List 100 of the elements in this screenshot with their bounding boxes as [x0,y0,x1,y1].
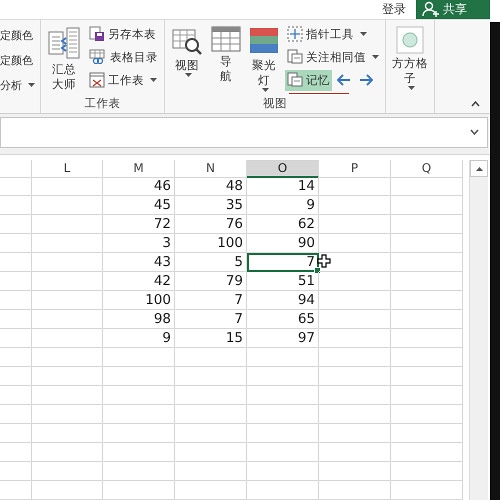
table-cell[interactable] [32,215,103,234]
table-cell[interactable] [103,348,175,367]
table-cell[interactable] [0,196,32,215]
table-cell[interactable] [0,310,32,329]
table-cell[interactable] [319,310,391,329]
table-cell[interactable] [175,386,247,405]
table-cell[interactable] [0,253,32,272]
column-header[interactable]: O [247,160,319,178]
ribbon-button[interactable]: 工作表 [87,70,159,91]
table-cell[interactable]: 7 [175,310,247,329]
table-cell[interactable]: 7 [175,291,247,310]
table-cell[interactable]: 9 [247,196,319,215]
ribbon-button[interactable]: 聚光 灯 [247,22,281,96]
table-cell[interactable] [103,386,175,405]
table-cell[interactable] [391,253,463,272]
table-cell[interactable] [319,386,391,405]
formula-bar[interactable] [0,116,488,148]
table-cell[interactable] [0,367,32,386]
table-cell[interactable]: 94 [247,291,319,310]
table-cell[interactable] [175,462,247,481]
table-cell[interactable] [247,405,319,424]
ribbon-button[interactable]: 方方格 子 [390,22,430,95]
table-cell[interactable] [103,481,175,500]
table-cell[interactable] [32,291,103,310]
table-cell[interactable] [32,329,103,348]
ribbon-button[interactable]: 定颜色 [0,50,38,71]
table-cell[interactable]: 14 [247,177,319,196]
table-cell[interactable] [0,177,32,196]
table-cell[interactable] [319,196,391,215]
table-cell[interactable]: 90 [247,234,319,253]
table-cell[interactable] [175,481,247,500]
table-cell[interactable] [391,367,463,386]
sign-in-link[interactable]: 登录 [382,0,406,18]
table-cell[interactable] [391,386,463,405]
table-cell[interactable] [319,177,391,196]
table-cell[interactable]: 72 [103,215,175,234]
table-cell[interactable]: 97 [247,329,319,348]
table-cell[interactable] [391,196,463,215]
table-cell[interactable] [391,234,463,253]
ribbon-button[interactable]: 另存本表 [87,24,158,45]
table-cell[interactable] [175,443,247,462]
ribbon-button[interactable]: 表格目录 [87,46,160,68]
table-cell[interactable]: 51 [247,272,319,291]
table-cell[interactable] [247,348,319,367]
table-cell[interactable] [103,443,175,462]
ribbon-button[interactable]: 视图 [169,22,205,96]
table-cell[interactable]: 42 [103,272,175,291]
table-cell[interactable] [0,291,32,310]
table-cell[interactable] [391,215,463,234]
table-cell[interactable] [0,443,32,462]
fill-handle[interactable] [314,267,321,274]
table-cell[interactable] [391,291,463,310]
column-header[interactable]: P [319,160,391,178]
table-cell[interactable] [391,462,463,481]
ribbon-button[interactable]: 分析 [0,74,38,96]
table-cell[interactable] [319,253,391,272]
table-cell[interactable] [32,177,103,196]
table-cell[interactable] [319,443,391,462]
table-cell[interactable] [0,348,32,367]
table-cell[interactable] [103,462,175,481]
table-cell[interactable] [391,177,463,196]
table-cell[interactable] [32,310,103,329]
table-cell[interactable] [247,424,319,443]
table-cell[interactable]: 5 [175,253,247,272]
table-cell[interactable] [32,462,103,481]
table-cell[interactable] [319,481,391,500]
table-cell[interactable] [247,481,319,500]
table-cell[interactable] [319,234,391,253]
table-cell[interactable] [319,291,391,310]
column-header[interactable]: M [103,160,175,178]
ribbon-button[interactable]: 导 航 [209,22,243,96]
ribbon-button[interactable]: 汇总 大师 [45,22,83,96]
table-cell[interactable] [319,462,391,481]
table-cell[interactable] [0,481,32,500]
table-cell[interactable] [32,443,103,462]
table-cell[interactable] [391,424,463,443]
table-cell[interactable] [391,310,463,329]
table-cell[interactable]: 35 [175,196,247,215]
table-cell[interactable]: 100 [175,234,247,253]
table-cell[interactable] [319,405,391,424]
table-cell[interactable] [0,462,32,481]
table-cell[interactable]: 46 [103,177,175,196]
column-header[interactable]: Q [391,160,463,178]
table-cell[interactable] [319,272,391,291]
table-cell[interactable] [391,348,463,367]
table-cell[interactable] [247,386,319,405]
table-cell[interactable] [32,386,103,405]
table-cell[interactable] [32,481,103,500]
table-cell[interactable] [319,348,391,367]
table-cell[interactable] [247,443,319,462]
table-cell[interactable] [319,215,391,234]
table-cell[interactable]: 9 [103,329,175,348]
table-cell[interactable] [391,329,463,348]
table-cell[interactable]: 65 [247,310,319,329]
table-cell[interactable] [103,424,175,443]
table-cell[interactable]: 45 [103,196,175,215]
table-cell[interactable] [391,272,463,291]
ribbon-button[interactable]: 定颜色 [0,24,38,46]
ribbon-button[interactable]: 指针工具 [285,24,369,45]
table-cell[interactable]: 76 [175,215,247,234]
